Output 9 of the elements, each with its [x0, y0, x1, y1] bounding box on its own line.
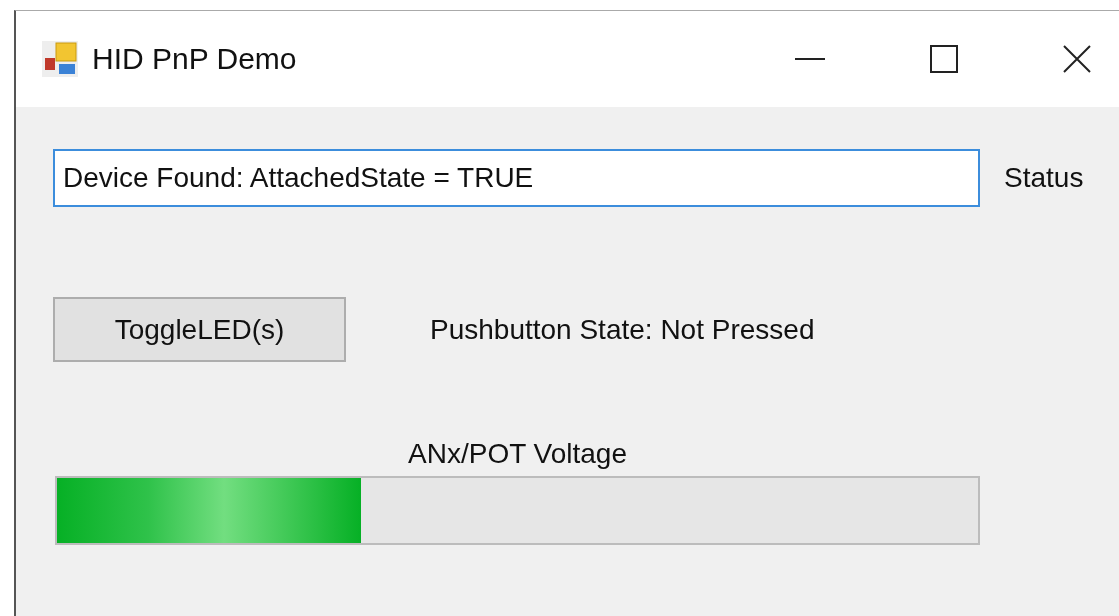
maximize-icon[interactable]	[930, 45, 958, 73]
voltage-label: ANx/POT Voltage	[408, 438, 627, 470]
app-icon	[42, 41, 78, 77]
window-title: HID PnP Demo	[92, 42, 297, 76]
close-icon[interactable]	[1063, 45, 1091, 73]
status-field[interactable]: Device Found: AttachedState = TRUE	[53, 149, 980, 207]
status-label: Status	[1004, 162, 1084, 194]
pushbutton-state-label: Pushbutton State: Not Pressed	[430, 313, 815, 346]
toggle-led-button[interactable]: ToggleLED(s)	[53, 297, 346, 362]
